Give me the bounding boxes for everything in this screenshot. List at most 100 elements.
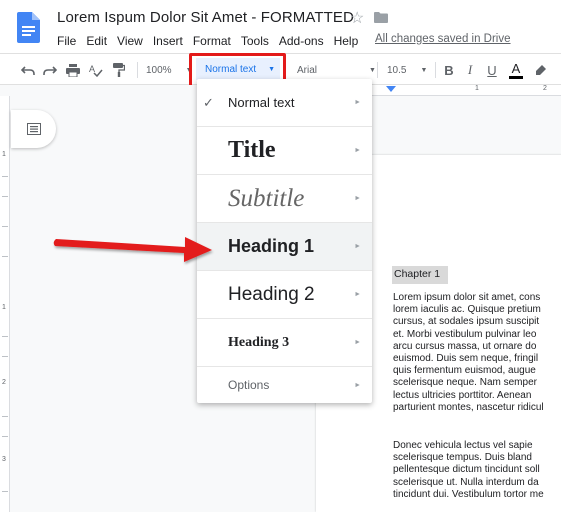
paragraph-style-select[interactable]: Normal text ▼ [196, 58, 280, 80]
text-line: scelerisque neque. Nam semper [393, 377, 537, 389]
svg-text:A: A [89, 64, 95, 74]
menu-format[interactable]: Format [193, 34, 231, 48]
ruler-tick [2, 436, 8, 437]
save-status-link[interactable]: All changes saved in Drive [375, 33, 511, 45]
text-line: arcu cursus massa, ut ornare do [393, 340, 537, 352]
ruler-tick [2, 176, 8, 177]
menu-file[interactable]: File [57, 34, 76, 48]
star-icon[interactable]: ☆ [350, 8, 364, 28]
body-paragraph[interactable]: Donec vehicula lectus vel sapie scelerisq… [393, 440, 561, 501]
zoom-value: 100% [146, 64, 172, 76]
toolbar-divider [435, 62, 436, 78]
text-color-button[interactable]: A [507, 54, 525, 86]
folder-icon[interactable] [374, 12, 388, 23]
text-line: lorem iaculis ac. Quisque pretium [393, 304, 541, 316]
text-line: Donec vehicula lectus vel sapie [393, 440, 533, 451]
text-line: scelerisque ut. Nulla interdum da [393, 476, 539, 488]
style-option-label: Normal text [228, 95, 295, 110]
undo-icon [21, 66, 35, 75]
undo-button[interactable] [18, 54, 38, 86]
bold-button[interactable]: B [441, 54, 457, 86]
style-option-label: Heading 1 [228, 236, 315, 256]
ruler-number: 2 [543, 85, 547, 92]
style-option-title[interactable]: Title ► [197, 127, 372, 174]
ruler-tick [2, 356, 8, 357]
style-option-heading-2[interactable]: Heading 2 ► [197, 271, 372, 318]
style-option-label: Heading 3 [228, 334, 290, 350]
spellcheck-icon: A [89, 64, 103, 77]
paragraph-style-value: Normal text [205, 63, 257, 75]
vertical-ruler: 1 1 2 3 [0, 96, 10, 512]
submenu-arrow-icon: ► [354, 381, 361, 389]
ruler-tick [2, 491, 8, 492]
style-option-label: Options [228, 378, 270, 392]
spellcheck-button[interactable]: A [86, 54, 106, 86]
toolbar-divider [191, 62, 192, 78]
menu-insert[interactable]: Insert [153, 34, 183, 48]
ruler-tick [2, 226, 8, 227]
style-option-normal-text[interactable]: ✓ Normal text ► [197, 79, 372, 126]
text-line: euismod. Duis sem neque, fringil [393, 353, 539, 365]
redo-icon [43, 66, 57, 75]
toolbar-divider [137, 62, 138, 78]
style-option-heading-1[interactable]: Heading 1 ► [197, 223, 372, 270]
menu-tools[interactable]: Tools [241, 34, 269, 48]
ruler-tick [2, 256, 8, 257]
chevron-down-icon: ▼ [268, 65, 276, 73]
ruler-tick [2, 416, 8, 417]
ruler-strip [370, 85, 561, 96]
document-outline-button[interactable] [11, 110, 56, 148]
italic-button[interactable]: I [462, 54, 478, 86]
highlighter-icon [536, 65, 546, 75]
text-color-swatch [509, 75, 523, 79]
style-option-label: Subtitle [228, 184, 305, 212]
print-icon [66, 63, 80, 77]
paragraph-style-menu: ✓ Normal text ► Title ► Subtitle ► Headi… [197, 79, 372, 403]
style-option-label: Title [228, 137, 276, 163]
submenu-arrow-icon: ► [354, 147, 361, 154]
text-line: quis fermentum euismod, augue [393, 365, 536, 377]
text-color-icon: A [511, 60, 521, 76]
submenu-arrow-icon: ► [354, 291, 361, 298]
paint-format-icon [113, 63, 125, 77]
menu-view[interactable]: View [117, 34, 143, 48]
menu-edit[interactable]: Edit [86, 34, 107, 48]
font-value: Arial [297, 64, 318, 76]
menu-help[interactable]: Help [334, 34, 359, 48]
text-line: et. Morbi vestibulum pulvinar leo [393, 328, 537, 340]
font-size-value: 10.5 [387, 64, 407, 76]
zoom-select[interactable]: 100% ▼ [146, 54, 193, 86]
text-line: parturient montes, nascetur ridicul [393, 401, 544, 413]
style-option-subtitle[interactable]: Subtitle ► [197, 175, 372, 222]
document-title[interactable]: Lorem Ispum Dolor Sit Amet - FORMATTED [57, 9, 354, 26]
redo-button[interactable] [40, 54, 60, 86]
text-line: tincidunt dui. Vestibulum tortor me [393, 488, 544, 500]
underline-button[interactable]: U [484, 54, 500, 86]
docs-logo-icon[interactable] [17, 12, 40, 43]
indent-marker-icon[interactable] [386, 86, 396, 92]
text-line: cursus, at sodales ipsum suscipit [393, 316, 540, 328]
font-size-select[interactable]: 10.5 ▼ [387, 54, 427, 86]
submenu-arrow-icon: ► [354, 195, 361, 202]
menubar: File Edit View Insert Format Tools Add-o… [57, 34, 368, 48]
text-line: Lorem ipsum dolor sit amet, cons [393, 292, 541, 303]
body-paragraph[interactable]: Lorem ipsum dolor sit amet, cons lorem ia… [393, 292, 561, 414]
chapter-heading[interactable]: Chapter 1 [392, 266, 448, 284]
text-line: lectus ultricies porttitor. Aenean [393, 389, 532, 401]
toolbar-divider [377, 62, 378, 78]
print-button[interactable] [63, 54, 83, 86]
menu-addons[interactable]: Add-ons [279, 34, 324, 48]
style-option-label: Heading 2 [228, 283, 315, 305]
submenu-arrow-icon: ► [354, 339, 361, 346]
highlight-color-button[interactable] [532, 54, 550, 86]
ruler-number: 1 [2, 151, 6, 158]
style-option-options[interactable]: Options ► [197, 367, 372, 403]
ruler-tick [2, 196, 8, 197]
text-line: pellentesque dictum tincidunt soll [393, 464, 540, 476]
header: Lorem Ispum Dolor Sit Amet - FORMATTED ☆… [0, 0, 561, 53]
outline-list-icon [26, 123, 41, 135]
chevron-down-icon: ▼ [369, 66, 376, 74]
paint-format-button[interactable] [109, 54, 129, 86]
ruler-tick [2, 336, 8, 337]
style-option-heading-3[interactable]: Heading 3 ► [197, 319, 372, 366]
